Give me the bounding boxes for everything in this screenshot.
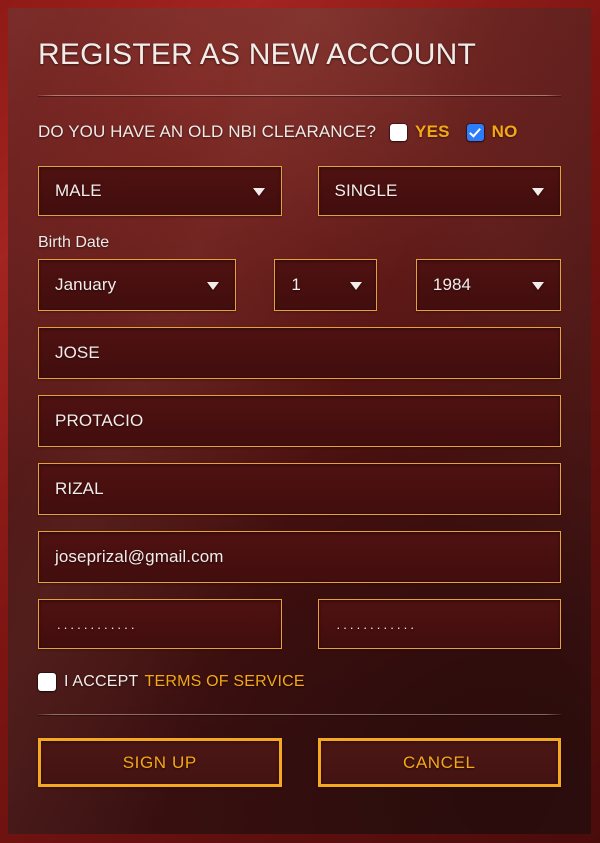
birth-day-value: 1 bbox=[291, 275, 301, 294]
password-input[interactable]: ............ bbox=[38, 599, 282, 649]
birth-day-select[interactable]: 1 bbox=[274, 259, 377, 311]
password-value: ............ bbox=[57, 616, 138, 632]
registration-card: REGISTER AS NEW ACCOUNT DO YOU HAVE AN O… bbox=[8, 8, 591, 834]
civil-status-value: SINGLE bbox=[334, 181, 398, 200]
sign-up-button-label: SIGN UP bbox=[122, 752, 197, 772]
chevron-down-icon bbox=[532, 282, 545, 290]
gender-civil-status-row: MALE SINGLE bbox=[38, 166, 561, 216]
nbi-yes-label[interactable]: YES bbox=[415, 122, 450, 142]
password-row: ............ ............ bbox=[38, 599, 561, 649]
action-button-row: SIGN UP CANCEL bbox=[38, 738, 561, 787]
last-name-value: RIZAL bbox=[55, 479, 104, 498]
footer-divider bbox=[38, 714, 561, 715]
nbi-yes-checkbox[interactable] bbox=[390, 123, 408, 141]
cancel-button[interactable]: CANCEL bbox=[317, 738, 561, 787]
birth-year-value: 1984 bbox=[432, 275, 472, 294]
birth-month-select[interactable]: January bbox=[38, 259, 237, 311]
header-divider bbox=[38, 95, 561, 96]
birth-date-row: January 1 1984 bbox=[38, 259, 562, 311]
cancel-button-label: CANCEL bbox=[402, 752, 476, 772]
gender-value: MALE bbox=[55, 181, 102, 200]
page-title: REGISTER AS NEW ACCOUNT bbox=[38, 38, 476, 71]
chevron-down-icon bbox=[349, 282, 362, 290]
terms-checkbox[interactable] bbox=[38, 673, 56, 691]
gender-select[interactable]: MALE bbox=[38, 166, 282, 216]
confirm-password-input[interactable]: ............ bbox=[317, 599, 561, 649]
confirm-password-value: ............ bbox=[336, 616, 418, 632]
terms-row: I ACCEPT TERMS OF SERVICE bbox=[38, 671, 561, 693]
chevron-down-icon bbox=[532, 188, 544, 196]
last-name-input[interactable]: RIZAL bbox=[38, 463, 561, 515]
nbi-clearance-question-row: DO YOU HAVE AN OLD NBI CLEARANCE? YES NO bbox=[38, 120, 561, 144]
first-name-value: JOSE bbox=[55, 343, 100, 362]
civil-status-select[interactable]: SINGLE bbox=[317, 166, 561, 216]
middle-name-input[interactable]: PROTACIO bbox=[38, 395, 561, 447]
terms-accept-label: I ACCEPT bbox=[64, 673, 139, 690]
chevron-down-icon bbox=[252, 188, 265, 196]
email-input[interactable]: joseprizal@gmail.com bbox=[38, 531, 561, 583]
email-value: joseprizal@gmail.com bbox=[55, 547, 224, 566]
nbi-no-label[interactable]: NO bbox=[492, 122, 518, 142]
middle-name-value: PROTACIO bbox=[55, 411, 144, 430]
nbi-clearance-question-label: DO YOU HAVE AN OLD NBI CLEARANCE? bbox=[38, 122, 377, 141]
birth-year-select[interactable]: 1984 bbox=[415, 259, 562, 311]
terms-of-service-link[interactable]: TERMS OF SERVICE bbox=[145, 673, 305, 691]
birth-month-value: January bbox=[55, 275, 117, 294]
birth-date-label: Birth Date bbox=[38, 234, 110, 251]
sign-up-button[interactable]: SIGN UP bbox=[38, 738, 282, 787]
nbi-no-checkbox[interactable] bbox=[466, 123, 484, 141]
window-frame: REGISTER AS NEW ACCOUNT DO YOU HAVE AN O… bbox=[0, 0, 600, 843]
first-name-input[interactable]: JOSE bbox=[38, 327, 561, 379]
chevron-down-icon bbox=[207, 282, 220, 290]
